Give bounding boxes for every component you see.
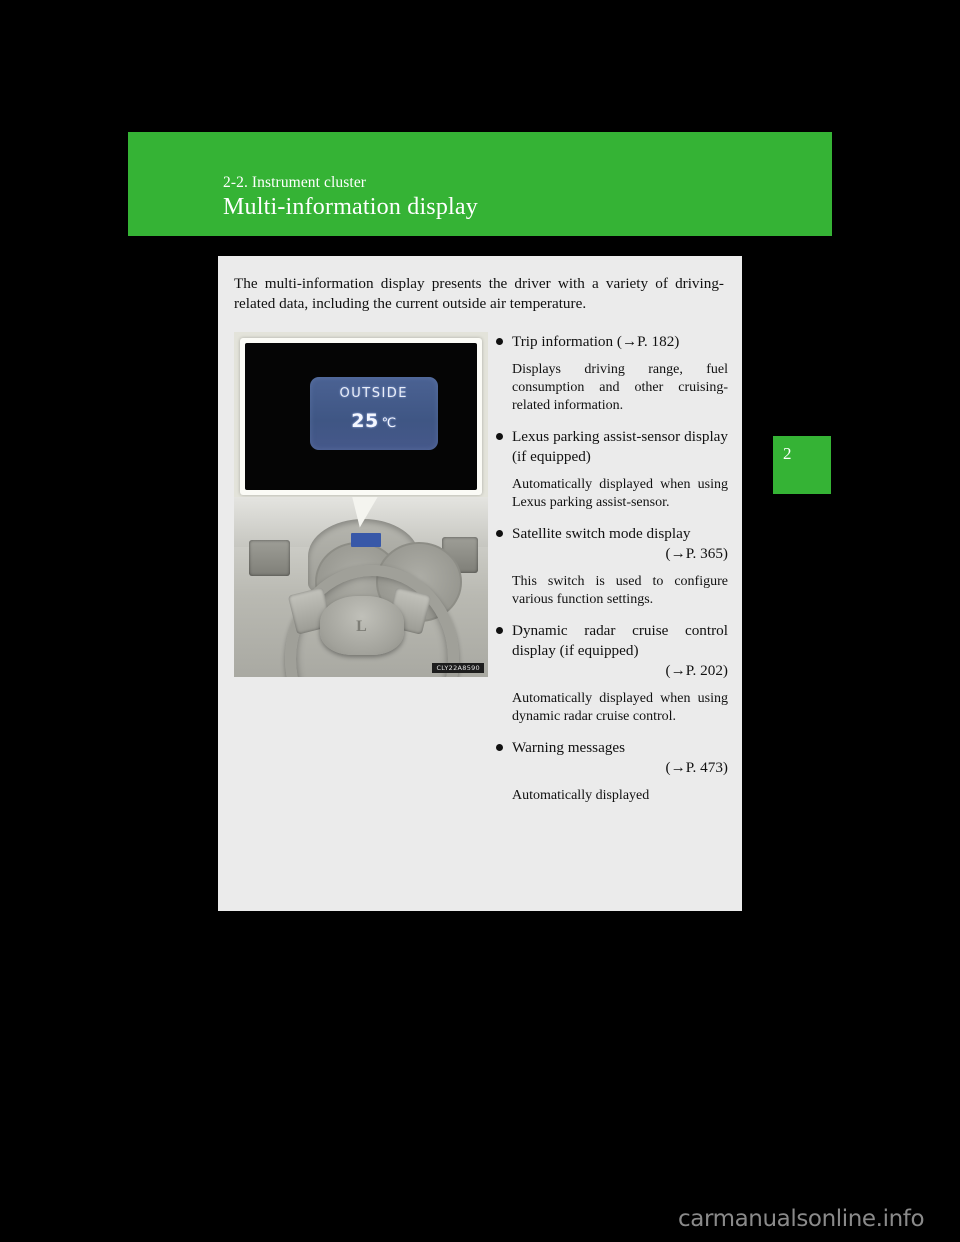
bullet-page-reference: (→P. 365): [665, 545, 728, 562]
meter-display-photo: OUTSIDE 25 ℃: [234, 332, 488, 497]
chapter-tab: 2: [773, 436, 831, 494]
bullet-dot-icon: [496, 627, 503, 634]
bullet-dot-icon: [496, 433, 503, 440]
page-title: Multi-information display: [223, 194, 478, 220]
page-header-bar: 2-2. Instrument cluster Multi-informatio…: [128, 132, 832, 236]
bullet-dot-icon: [496, 338, 503, 345]
outside-temp-box: OUTSIDE 25 ℃: [309, 376, 438, 451]
air-vent-left-icon: [249, 540, 290, 577]
breadcrumb-section: 2-2. Instrument cluster: [223, 174, 367, 191]
bullet-column: Trip information (→P. 182) Displays driv…: [496, 332, 728, 817]
bullet-page-reference: (→P. 473): [665, 759, 728, 776]
bullet-page-reference: (→P. 202): [665, 662, 728, 679]
bullet-body: Automatically displayed when using dynam…: [512, 691, 728, 724]
bullet-heading: Satellite switch mode display: [512, 525, 691, 542]
bullet-heading: Warning messages: [512, 739, 626, 756]
outside-temp-label: OUTSIDE: [339, 385, 408, 401]
figure-column: OUTSIDE 25 ℃ L CLY22A8590: [234, 332, 488, 677]
bullet-body: Automatically displayed when using Lexus…: [512, 477, 728, 510]
intro-paragraph: The multi-information display presents t…: [234, 275, 724, 312]
chapter-tab-number: 2: [783, 444, 792, 463]
meter-screen: OUTSIDE 25 ℃: [245, 343, 477, 490]
list-item: Lexus parking assist-sensor display (if …: [496, 427, 728, 467]
site-watermark: carmanualsonline.info: [678, 1206, 925, 1232]
list-item: Satellite switch mode display (→P. 365): [496, 524, 728, 564]
lexus-logo-icon: L: [356, 617, 367, 635]
content-panel: The multi-information display presents t…: [218, 256, 742, 911]
bullet-heading: Lexus parking assist-sensor display (if …: [512, 428, 728, 465]
bullet-heading: Dynamic radar cruise control display (if…: [512, 622, 728, 659]
meter-bezel: OUTSIDE 25 ℃: [240, 338, 482, 495]
outside-temp-value: 25 ℃: [310, 410, 438, 432]
outside-temp-number: 25: [351, 409, 379, 432]
bullet-dot-icon: [496, 744, 503, 751]
outside-temp-unit: ℃: [381, 415, 397, 431]
bullet-body: Displays driving range, fuel consumption…: [512, 362, 728, 413]
bullet-dot-icon: [496, 530, 503, 537]
bullet-body: This switch is used to configure various…: [512, 574, 728, 607]
steering-wheel-photo: L CLY22A8590: [234, 497, 488, 677]
bullet-body: Automatically displayed: [512, 788, 650, 803]
list-item: Warning messages (→P. 473): [496, 738, 728, 778]
bullet-heading: Trip information (→P. 182): [512, 333, 680, 350]
photo-caption: CLY22A8590: [432, 663, 484, 673]
list-item: Trip information (→P. 182): [496, 332, 728, 352]
multi-information-display-highlight: [350, 533, 382, 548]
list-item: Dynamic radar cruise control display (if…: [496, 621, 728, 681]
